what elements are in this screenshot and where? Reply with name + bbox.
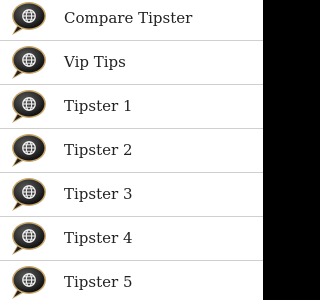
- menu-item-tipster-3[interactable]: Tipster 3: [0, 173, 263, 217]
- menu-item-label: Tipster 1: [64, 97, 133, 115]
- menu-item-tipster-4[interactable]: Tipster 4: [0, 217, 263, 261]
- globe-speech-bubble-icon: [9, 177, 47, 213]
- menu-item-label: Tipster 3: [64, 185, 133, 203]
- app-screen: Compare Tipster Vip Tips Tipster 1 Tipst…: [0, 0, 300, 300]
- menu-item-tipster-2[interactable]: Tipster 2: [0, 129, 263, 173]
- menu-item-vip-tips[interactable]: Vip Tips: [0, 41, 263, 85]
- menu-item-label: Tipster 2: [64, 141, 133, 159]
- menu-item-label: Vip Tips: [64, 53, 126, 71]
- content-panel: [263, 0, 300, 300]
- menu-item-tipster-5[interactable]: Tipster 5: [0, 261, 263, 300]
- menu-item-label: Tipster 5: [64, 273, 133, 291]
- globe-speech-bubble-icon: [9, 221, 47, 257]
- globe-speech-bubble-icon: [9, 1, 47, 37]
- menu-item-compare-tipster[interactable]: Compare Tipster: [0, 0, 263, 41]
- menu-item-label: Compare Tipster: [64, 9, 193, 27]
- menu-item-tipster-1[interactable]: Tipster 1: [0, 85, 263, 129]
- drawer-menu-list: Compare Tipster Vip Tips Tipster 1 Tipst…: [0, 0, 263, 300]
- globe-speech-bubble-icon: [9, 45, 47, 81]
- globe-speech-bubble-icon: [9, 265, 47, 300]
- globe-speech-bubble-icon: [9, 89, 47, 125]
- menu-item-label: Tipster 4: [64, 229, 133, 247]
- globe-speech-bubble-icon: [9, 133, 47, 169]
